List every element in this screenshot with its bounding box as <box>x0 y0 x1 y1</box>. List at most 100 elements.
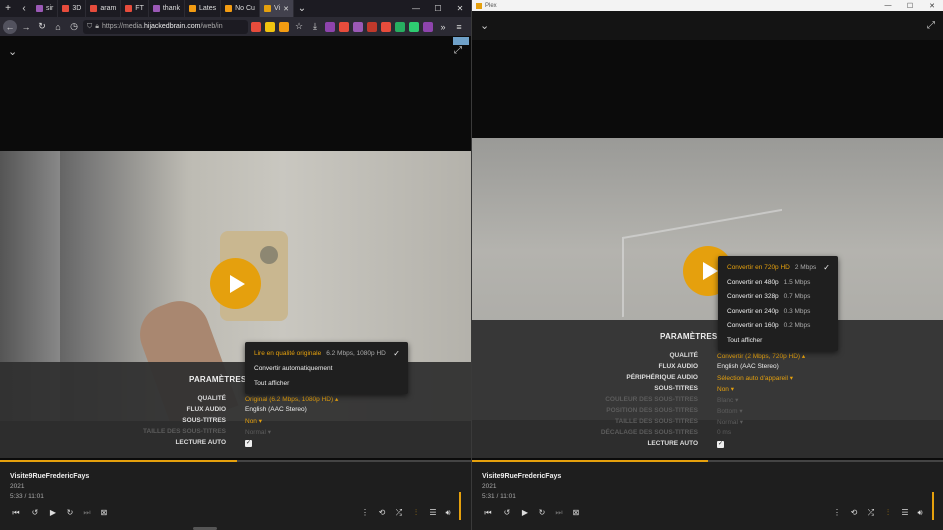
chevron-down-icon[interactable]: ⌄ <box>8 45 17 58</box>
chevron-down-icon[interactable]: ⌄ <box>480 19 489 32</box>
stop-icon[interactable]: ⊠ <box>571 508 581 517</box>
repeat-icon[interactable]: ⟲ <box>377 508 387 517</box>
bookmark-star-icon[interactable]: ☆ <box>292 20 306 34</box>
tab-overview-icon[interactable]: + <box>0 0 16 17</box>
media-title[interactable]: Visite9RueFredericFays <box>10 473 89 480</box>
back-button[interactable]: ← <box>3 19 17 34</box>
minimize-button[interactable]: — <box>877 2 899 10</box>
volume-icon[interactable]: 🔊︎ <box>915 508 925 518</box>
more-options-icon[interactable]: ⋮ <box>832 508 842 517</box>
tab-scroll-left-icon[interactable]: ‹ <box>16 0 32 17</box>
skip-previous-icon[interactable]: ⏮ <box>11 508 21 518</box>
forward-icon[interactable]: ↻ <box>537 508 547 517</box>
setting-value[interactable]: Non ▾ <box>717 385 734 393</box>
browser-tab[interactable]: sir <box>32 0 59 17</box>
shuffle-icon[interactable]: ⤮ <box>394 508 404 518</box>
skip-previous-icon[interactable]: ⏮ <box>483 508 493 518</box>
autoplay-checkbox[interactable]: ✓ <box>717 440 724 448</box>
extension-icon[interactable] <box>423 21 433 32</box>
browser-tab[interactable]: FT <box>121 0 149 17</box>
quality-option[interactable]: Tout afficher <box>245 376 408 391</box>
hamburger-menu-icon[interactable]: ≡ <box>452 20 466 34</box>
skip-next-icon[interactable]: ⏭ <box>554 508 564 518</box>
extension-icon[interactable] <box>367 21 377 32</box>
close-tab-icon[interactable]: ✕ <box>283 5 289 13</box>
extension-icon[interactable] <box>265 21 275 32</box>
settings-sliders-icon[interactable]: ⫶ <box>883 508 893 518</box>
setting-value[interactable]: Non ▾ <box>245 417 262 425</box>
reload-button[interactable]: ↻ <box>35 20 49 34</box>
stop-icon[interactable]: ⊠ <box>99 508 109 517</box>
close-window-button[interactable]: ✕ <box>921 2 943 10</box>
settings-row: POSITION DES SOUS-TITRES Bottom ▾ <box>472 407 943 418</box>
history-icon[interactable]: ◷ <box>67 20 81 34</box>
autoplay-checkbox[interactable]: ✓ <box>245 439 252 447</box>
setting-value[interactable]: Sélection auto d'appareil ▾ <box>717 374 793 382</box>
settings-row: DÉCALAGE DES SOUS-TITRES 0 ms <box>472 429 943 440</box>
playlist-icon[interactable]: ☰ <box>428 508 438 517</box>
player-header <box>472 11 943 40</box>
quality-option[interactable]: Convertir en 480p 1.5 Mbps <box>718 275 838 290</box>
maximize-button[interactable]: ☐ <box>427 4 449 13</box>
quality-option[interactable]: Convertir en 328p 0.7 Mbps <box>718 289 838 304</box>
quality-option[interactable]: Convertir en 240p 0.3 Mbps <box>718 304 838 319</box>
browser-tab[interactable]: aram <box>86 0 122 17</box>
extension-icon[interactable] <box>325 21 335 32</box>
extension-icon[interactable] <box>395 21 405 32</box>
expand-icon[interactable]: ⤢ <box>927 20 935 31</box>
replay-icon[interactable]: ↺ <box>30 508 40 517</box>
browser-tab[interactable]: Vi ✕ <box>259 0 294 17</box>
browser-tab[interactable]: thank <box>149 0 185 17</box>
quality-option[interactable]: Tout afficher <box>718 333 838 348</box>
more-options-icon[interactable]: ⋮ <box>360 508 370 517</box>
maximize-button[interactable]: ☐ <box>899 2 921 10</box>
setting-value[interactable]: Original (6.2 Mbps, 1080p HD) ▴ <box>245 395 338 403</box>
volume-slider[interactable] <box>459 492 461 520</box>
quality-option[interactable]: Lire en qualité originale 6.2 Mbps, 1080p… <box>245 346 408 361</box>
playlist-icon[interactable]: ☰ <box>900 508 910 517</box>
extension-icon[interactable] <box>353 21 363 32</box>
option-detail: 0.7 Mbps <box>783 293 811 301</box>
more-tools-icon[interactable]: » <box>436 20 450 34</box>
browser-tab[interactable]: Lates <box>185 0 222 17</box>
minimize-button[interactable]: — <box>405 4 427 13</box>
ad-choices-icon[interactable] <box>453 37 469 45</box>
volume-icon[interactable]: 🔊︎ <box>443 508 453 518</box>
setting-value[interactable]: English (AAC Stereo) <box>717 363 779 370</box>
forward-icon[interactable]: ↻ <box>65 508 75 517</box>
volume-slider[interactable] <box>932 492 934 520</box>
shuffle-icon[interactable]: ⤮ <box>866 508 876 518</box>
close-window-button[interactable]: ✕ <box>449 4 471 13</box>
extension-icon[interactable] <box>339 21 349 32</box>
play-icon[interactable]: ▶ <box>48 508 58 517</box>
setting-value[interactable]: Convertir (2 Mbps, 720p HD) ▴ <box>717 352 805 360</box>
url-bar[interactable]: ⛉ 🔒︎ https://media.hijackedbrain.com/web… <box>83 19 248 34</box>
setting-label: QUALITÉ <box>197 395 226 402</box>
quality-option[interactable]: Convertir en 160p 0.2 Mbps <box>718 318 838 333</box>
extension-icon[interactable] <box>251 21 261 32</box>
replay-icon[interactable]: ↺ <box>502 508 512 517</box>
setting-value[interactable]: English (AAC Stereo) <box>245 406 307 413</box>
option-label: Convertir en 240p <box>727 307 779 315</box>
expand-icon[interactable]: ⤢ <box>454 45 462 56</box>
quality-option[interactable]: Convertir en 720p HD 2 Mbps ✓ <box>718 260 838 275</box>
download-icon[interactable]: ⤓ <box>308 20 322 34</box>
forward-button[interactable]: → <box>19 20 33 34</box>
play-icon[interactable] <box>210 258 261 309</box>
settings-sliders-icon[interactable]: ⫶ <box>411 508 421 518</box>
quality-option[interactable]: Convertir automatiquement <box>245 361 408 376</box>
video-device-knob <box>260 246 278 264</box>
tab-favicon-icon <box>225 5 233 12</box>
media-title[interactable]: Visite9RueFredericFays <box>482 473 561 480</box>
tab-list-dropdown-icon[interactable]: ⌄ <box>294 0 310 17</box>
browser-tab[interactable]: 3D <box>58 0 87 17</box>
browser-tab[interactable]: No Cu <box>221 0 260 17</box>
repeat-icon[interactable]: ⟲ <box>849 508 859 517</box>
play-icon[interactable]: ▶ <box>520 508 530 517</box>
extension-icon[interactable] <box>409 21 419 32</box>
extension-icon[interactable] <box>381 21 391 32</box>
extension-icon[interactable] <box>279 21 289 32</box>
skip-next-icon[interactable]: ⏭ <box>82 508 92 518</box>
home-button[interactable]: ⌂ <box>51 20 65 34</box>
shield-icon: ⛉ <box>87 22 93 30</box>
